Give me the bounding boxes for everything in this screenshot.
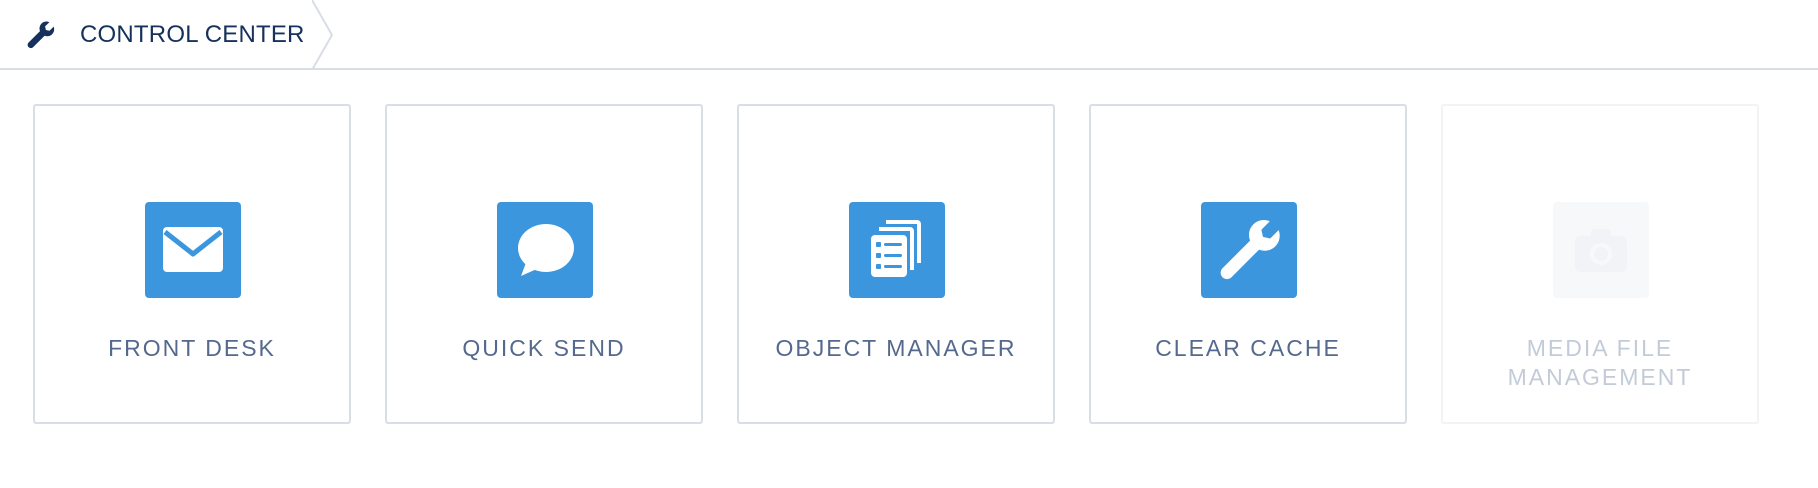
tile-label: MEDIA FILE MANAGEMENT bbox=[1507, 335, 1693, 390]
tile-label: CLEAR CACHE bbox=[1155, 335, 1341, 361]
breadcrumb-chevron bbox=[312, 0, 334, 70]
tile-quick-send[interactable]: QUICK SEND bbox=[385, 104, 703, 424]
camera-icon bbox=[1553, 202, 1649, 298]
wrench-icon bbox=[24, 18, 58, 52]
tile-label: FRONT DESK bbox=[108, 335, 276, 361]
tile-label: OBJECT MANAGER bbox=[775, 335, 1017, 361]
tile-front-desk[interactable]: FRONT DESK bbox=[33, 104, 351, 424]
chat-bubble-icon bbox=[497, 202, 593, 298]
page-header: CONTROL CENTER bbox=[0, 0, 1818, 70]
envelope-icon bbox=[145, 202, 241, 298]
wrench-icon bbox=[1201, 202, 1297, 298]
stacked-list-icon bbox=[849, 202, 945, 298]
tile-label: QUICK SEND bbox=[462, 335, 626, 361]
page-title: CONTROL CENTER bbox=[80, 21, 305, 48]
tile-object-manager[interactable]: OBJECT MANAGER bbox=[737, 104, 1055, 424]
tile-media-file-management: MEDIA FILE MANAGEMENT bbox=[1441, 104, 1759, 424]
breadcrumb[interactable]: CONTROL CENTER bbox=[0, 0, 340, 70]
tile-clear-cache[interactable]: CLEAR CACHE bbox=[1089, 104, 1407, 424]
